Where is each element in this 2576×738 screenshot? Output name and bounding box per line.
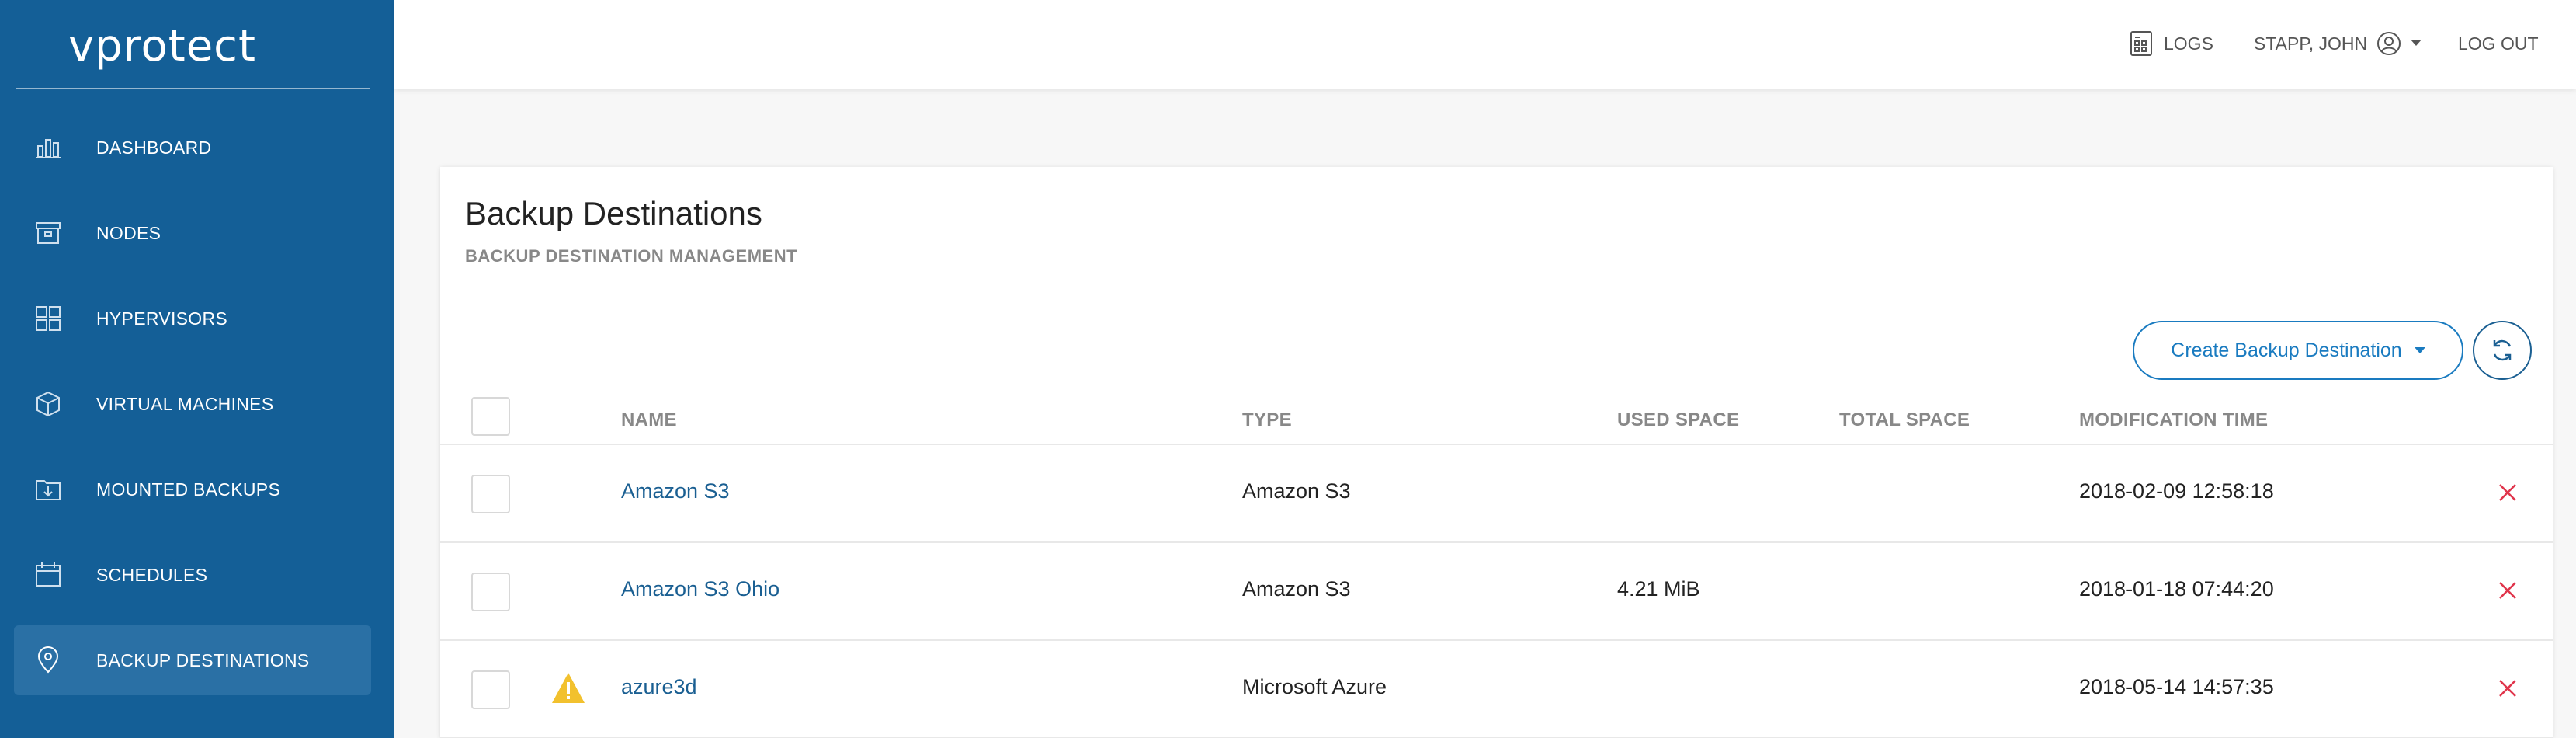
calendar-icon: [36, 562, 61, 587]
page-subtitle: BACKUP DESTINATION MANAGEMENT: [465, 246, 798, 266]
delete-icon[interactable]: [2498, 678, 2518, 698]
sidebar-item-dashboard[interactable]: DASHBOARD: [14, 113, 371, 183]
column-header-name[interactable]: NAME: [621, 409, 677, 431]
delete-icon[interactable]: [2498, 580, 2518, 600]
table-row: azure3d Microsoft Azure 2018-05-14 14:57…: [440, 641, 2553, 738]
user-avatar-icon: [2377, 32, 2401, 55]
logout-button[interactable]: LOG OUT: [2458, 28, 2539, 59]
delete-icon[interactable]: [2498, 482, 2518, 503]
sidebar-item-label: MOUNTED BACKUPS: [96, 479, 281, 500]
refresh-button[interactable]: [2473, 321, 2532, 380]
logout-label: LOG OUT: [2458, 33, 2539, 54]
sidebar-item-virtual-machines[interactable]: VIRTUAL MACHINES: [14, 369, 371, 439]
sidebar-item-hypervisors[interactable]: HYPERVISORS: [14, 284, 371, 353]
sidebar-item-label: VIRTUAL MACHINES: [96, 393, 274, 414]
sidebar: vprotect DASHBOARD NODES HYPERVISORS VIR…: [0, 0, 394, 738]
sidebar-nav: DASHBOARD NODES HYPERVISORS VIRTUAL MACH…: [14, 113, 371, 711]
create-button-label: Create Backup Destination: [2171, 339, 2402, 361]
destination-type: Amazon S3: [1242, 479, 1351, 503]
table-row: Amazon S3 Amazon S3 2018-02-09 12:58:18: [440, 445, 2553, 543]
column-header-used-space[interactable]: USED SPACE: [1617, 409, 1739, 431]
logs-label: LOGS: [2164, 33, 2213, 54]
modification-time: 2018-02-09 12:58:18: [2079, 479, 2274, 503]
sidebar-item-label: BACKUP DESTINATIONS: [96, 649, 310, 670]
column-header-type[interactable]: TYPE: [1242, 409, 1292, 431]
chevron-down-icon: [2411, 40, 2422, 46]
row-checkbox[interactable]: [471, 475, 510, 513]
sidebar-item-mounted-backups[interactable]: MOUNTED BACKUPS: [14, 454, 371, 524]
logs-button[interactable]: LOGS: [2130, 28, 2213, 59]
page-title: Backup Destinations: [465, 195, 762, 231]
column-header-total-space[interactable]: TOTAL SPACE: [1839, 409, 1970, 431]
location-pin-icon: [37, 646, 59, 674]
destination-name-link[interactable]: azure3d: [621, 675, 697, 699]
destination-type: Amazon S3: [1242, 577, 1351, 600]
refresh-icon: [2493, 339, 2512, 361]
table-row: Amazon S3 Ohio Amazon S3 4.21 MiB 2018-0…: [440, 543, 2553, 641]
sidebar-item-label: NODES: [96, 222, 161, 243]
logo[interactable]: vprotect: [68, 16, 256, 78]
user-menu[interactable]: STAPP, JOHN: [2254, 28, 2432, 59]
modification-time: 2018-05-14 14:57:35: [2079, 675, 2274, 698]
sidebar-item-backup-destinations[interactable]: BACKUP DESTINATIONS: [14, 625, 371, 695]
bar-chart-icon: [36, 139, 61, 158]
modification-time: 2018-01-18 07:44:20: [2079, 577, 2274, 600]
warning-icon: [552, 673, 585, 703]
sidebar-item-label: SCHEDULES: [96, 564, 208, 585]
top-bar: LOGS STAPP, JOHN LOG OUT: [394, 0, 2576, 89]
folder-download-icon: [36, 480, 61, 500]
table-header: NAME TYPE USED SPACE TOTAL SPACE MODIFIC…: [440, 392, 2553, 445]
destination-name-link[interactable]: Amazon S3: [621, 479, 730, 503]
sidebar-item-label: DASHBOARD: [96, 137, 212, 158]
row-checkbox[interactable]: [471, 670, 510, 709]
sidebar-item-schedules[interactable]: SCHEDULES: [14, 540, 371, 610]
grid-icon: [36, 306, 61, 331]
archive-box-icon: [36, 222, 61, 244]
backup-destinations-card: Backup Destinations BACKUP DESTINATION M…: [440, 167, 2553, 738]
caret-down-icon: [2414, 347, 2425, 353]
destination-name-link[interactable]: Amazon S3 Ohio: [621, 577, 779, 601]
user-name: STAPP, JOHN: [2254, 33, 2368, 54]
select-all-checkbox[interactable]: [471, 397, 510, 436]
create-backup-destination-button[interactable]: Create Backup Destination: [2133, 321, 2463, 380]
logs-icon: [2130, 31, 2152, 56]
sidebar-item-label: HYPERVISORS: [96, 308, 228, 329]
column-header-modification-time[interactable]: MODIFICATION TIME: [2079, 409, 2268, 431]
destination-type: Microsoft Azure: [1242, 675, 1387, 698]
logo-divider: [16, 88, 370, 89]
backup-destinations-table: NAME TYPE USED SPACE TOTAL SPACE MODIFIC…: [440, 392, 2553, 738]
used-space: 4.21 MiB: [1617, 577, 1700, 600]
cube-icon: [36, 391, 60, 417]
sidebar-item-nodes[interactable]: NODES: [14, 198, 371, 268]
row-checkbox[interactable]: [471, 573, 510, 611]
